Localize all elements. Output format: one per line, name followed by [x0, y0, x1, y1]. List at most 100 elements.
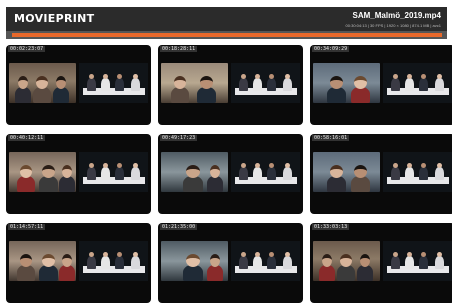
- timeline-bar[interactable]: [6, 31, 447, 39]
- panel-person-head: [407, 252, 412, 257]
- panel-person: [101, 78, 110, 91]
- app-logo: MOVIEPRINT: [14, 12, 95, 25]
- thumbnail-timecode: 00:40:12:11: [8, 135, 46, 141]
- panel-person-head: [437, 252, 442, 257]
- panel-person: [435, 78, 444, 91]
- person-figure: [15, 87, 31, 103]
- person-head: [42, 254, 55, 267]
- panel-person: [253, 78, 262, 91]
- person-head: [330, 165, 343, 178]
- panel-person-head: [255, 163, 260, 168]
- person-head: [322, 254, 332, 267]
- panel-person: [283, 256, 292, 269]
- person-figure: [33, 87, 51, 103]
- thumbnail-timecode: 01:14:57:11: [8, 224, 46, 230]
- panel-person-head: [421, 252, 426, 257]
- person-figure: [357, 265, 373, 281]
- panel-person: [419, 167, 428, 180]
- video-frame-right: [383, 241, 452, 281]
- panel-person-head: [241, 252, 246, 257]
- person-head: [360, 254, 370, 267]
- thumbnail-6[interactable]: 00:58:16:01: [310, 134, 452, 214]
- person-figure: [171, 87, 189, 103]
- person-figure: [319, 265, 335, 281]
- person-figure: [197, 87, 216, 103]
- video-frame-left: [9, 152, 76, 192]
- person-figure: [53, 87, 69, 103]
- person-head: [56, 76, 66, 89]
- panel-person: [283, 78, 292, 91]
- panel-person-head: [421, 74, 426, 79]
- panel-person: [253, 167, 262, 180]
- panel-person: [239, 256, 248, 269]
- panel-person-head: [241, 163, 246, 168]
- panel-person: [405, 256, 414, 269]
- person-figure: [17, 265, 35, 281]
- person-head: [20, 165, 32, 178]
- panel-person-head: [133, 163, 138, 168]
- thumbnail-timecode: 00:18:28:11: [160, 46, 198, 52]
- panel-person-head: [103, 252, 108, 257]
- panel-person: [267, 167, 276, 180]
- thumbnail-7[interactable]: 01:14:57:11: [6, 223, 151, 303]
- person-head: [330, 76, 343, 89]
- thumbnail-1[interactable]: 00:02:23:07: [6, 45, 151, 125]
- panel-person-head: [117, 74, 122, 79]
- video-frame-left: [161, 63, 228, 103]
- panel-person: [419, 78, 428, 91]
- video-frame-right: [231, 63, 300, 103]
- person-head: [210, 165, 220, 178]
- thumbnail-3[interactable]: 00:34:09:29: [310, 45, 452, 125]
- panel-person: [283, 167, 292, 180]
- thumbnail-8[interactable]: 01:21:35:00: [158, 223, 303, 303]
- panel-person: [435, 167, 444, 180]
- video-frame-left: [9, 63, 76, 103]
- person-head: [210, 254, 220, 267]
- panel-person-head: [285, 74, 290, 79]
- person-figure: [327, 176, 346, 192]
- panel-person-head: [407, 74, 412, 79]
- panel-person: [435, 256, 444, 269]
- thumbnail-5[interactable]: 00:49:17:23: [158, 134, 303, 214]
- panel-person: [405, 78, 414, 91]
- panel-person-head: [393, 74, 398, 79]
- panel-person-head: [133, 252, 138, 257]
- person-figure: [39, 265, 58, 281]
- video-frame-left: [313, 152, 380, 192]
- panel-person: [101, 167, 110, 180]
- person-head: [42, 165, 55, 178]
- thumbnail-4[interactable]: 00:40:12:11: [6, 134, 151, 214]
- panel-person: [131, 167, 140, 180]
- panel-person-head: [393, 163, 398, 168]
- video-frame-left: [313, 241, 380, 281]
- panel-person-head: [117, 252, 122, 257]
- panel-person-head: [133, 74, 138, 79]
- panel-person: [87, 256, 96, 269]
- person-figure: [351, 87, 370, 103]
- person-figure: [39, 176, 58, 192]
- thumbnail-9[interactable]: 01:33:03:13: [310, 223, 452, 303]
- person-head: [186, 254, 200, 267]
- person-figure: [59, 265, 75, 281]
- thumbnail-timecode: 00:49:17:23: [160, 135, 198, 141]
- panel-person-head: [89, 74, 94, 79]
- video-frame-right: [231, 152, 300, 192]
- person-head: [354, 76, 367, 89]
- person-head: [18, 76, 28, 89]
- panel-person-head: [103, 74, 108, 79]
- panel-person: [131, 256, 140, 269]
- panel-person: [87, 78, 96, 91]
- thumbnail-2[interactable]: 00:18:28:11: [158, 45, 303, 125]
- panel-person-head: [269, 163, 274, 168]
- panel-person-head: [437, 163, 442, 168]
- panel-person-head: [117, 163, 122, 168]
- panel-person: [115, 167, 124, 180]
- video-frame-right: [231, 241, 300, 281]
- panel-person-head: [269, 252, 274, 257]
- panel-person-head: [89, 252, 94, 257]
- video-frame-right: [383, 63, 452, 103]
- panel-person-head: [285, 163, 290, 168]
- video-frame-left: [161, 152, 228, 192]
- person-figure: [327, 87, 346, 103]
- person-head: [36, 76, 48, 89]
